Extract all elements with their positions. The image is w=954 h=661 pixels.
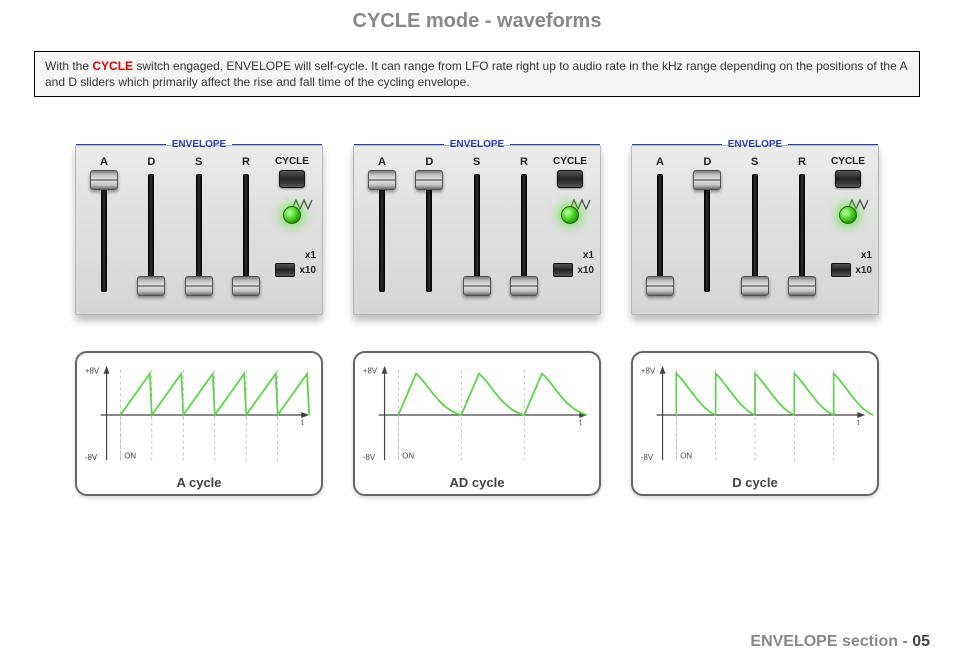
svg-text:t: t	[579, 418, 582, 427]
cycle-label: CYCLE	[275, 156, 309, 167]
cycle-switch[interactable]	[279, 170, 305, 188]
slider-col-d: D	[131, 156, 171, 306]
slider-label-s: S	[473, 156, 480, 170]
x10-label: x10	[855, 265, 872, 276]
slider-label-a: A	[378, 156, 386, 170]
x10-label: x10	[577, 265, 594, 276]
slider-d[interactable]	[409, 174, 449, 292]
envelope-panel-2: ENVELOPE A D S R CYCLE	[631, 145, 879, 315]
x1-label: x1	[583, 250, 594, 261]
slider-col-r: R	[504, 156, 544, 306]
description-rest: switch engaged, ENVELOPE will self-cycle…	[45, 59, 907, 89]
slider-label-r: R	[798, 156, 806, 170]
slider-col-r: R	[226, 156, 266, 306]
slider-a[interactable]	[362, 174, 402, 292]
svg-text:-8V: -8V	[85, 454, 98, 463]
slider-r[interactable]	[782, 174, 822, 292]
slider-col-r: R	[782, 156, 822, 306]
waveform-plot-1: +8V -8V t ON AD cycle	[353, 351, 601, 496]
cycle-switch[interactable]	[835, 170, 861, 188]
svg-text:+8V: +8V	[363, 367, 378, 376]
description-keyword: CYCLE	[92, 59, 133, 73]
envelope-panel-0: ENVELOPE A D S R CYCLE	[75, 145, 323, 315]
slider-label-s: S	[195, 156, 202, 170]
svg-text:ON: ON	[124, 452, 136, 461]
slider-label-d: D	[703, 156, 711, 170]
page-title: CYCLE mode - waveforms	[0, 0, 954, 51]
svg-text:+8V: +8V	[641, 367, 656, 376]
cycle-label: CYCLE	[553, 156, 587, 167]
plot-caption-0: A cycle	[81, 471, 317, 490]
multiplier-switch[interactable]	[831, 263, 851, 277]
slider-d[interactable]	[687, 174, 727, 292]
slider-s[interactable]	[735, 174, 775, 292]
slider-d[interactable]	[131, 174, 171, 292]
description-prefix: With the	[45, 59, 92, 73]
svg-text:t: t	[857, 418, 860, 427]
cycle-led	[283, 206, 301, 224]
waveform-plot-2: +8V -8V t ON D cycle	[631, 351, 879, 496]
slider-s[interactable]	[457, 174, 497, 292]
svg-text:-8V: -8V	[641, 454, 654, 463]
slider-label-r: R	[520, 156, 528, 170]
slider-s[interactable]	[179, 174, 219, 292]
page-footer: ENVELOPE section - 05	[750, 633, 930, 651]
svg-text:t: t	[301, 418, 304, 427]
envelope-legend: ENVELOPE	[632, 139, 878, 150]
x1-label: x1	[861, 250, 872, 261]
slider-a[interactable]	[640, 174, 680, 292]
slider-col-s: S	[735, 156, 775, 306]
slider-label-s: S	[751, 156, 758, 170]
slider-col-a: A	[640, 156, 680, 306]
waveform-plot-0: +8V -8V t ON A cycle	[75, 351, 323, 496]
slider-col-a: A	[362, 156, 402, 306]
plot-caption-2: D cycle	[637, 471, 873, 490]
svg-text:ON: ON	[402, 452, 414, 461]
envelope-panel-1: ENVELOPE A D S R CYCLE	[353, 145, 601, 315]
cycle-switch[interactable]	[557, 170, 583, 188]
description-box: With the CYCLE switch engaged, ENVELOPE …	[34, 51, 920, 97]
slider-label-r: R	[242, 156, 250, 170]
slider-r[interactable]	[504, 174, 544, 292]
svg-text:+8V: +8V	[85, 367, 100, 376]
cycle-led	[839, 206, 857, 224]
multiplier-switch[interactable]	[553, 263, 573, 277]
slider-a[interactable]	[84, 174, 124, 292]
slider-col-d: D	[409, 156, 449, 306]
svg-text:-8V: -8V	[363, 454, 376, 463]
x10-label: x10	[299, 265, 316, 276]
envelope-legend: ENVELOPE	[76, 139, 322, 150]
cycle-label: CYCLE	[831, 156, 865, 167]
slider-r[interactable]	[226, 174, 266, 292]
envelope-legend: ENVELOPE	[354, 139, 600, 150]
footer-page-number: 05	[912, 633, 930, 650]
slider-label-d: D	[147, 156, 155, 170]
control-column: CYCLE x1 x10	[546, 156, 594, 277]
control-column: CYCLE x1 x10	[268, 156, 316, 277]
cycle-led	[561, 206, 579, 224]
slider-label-a: A	[100, 156, 108, 170]
slider-col-s: S	[179, 156, 219, 306]
svg-text:ON: ON	[680, 452, 692, 461]
x1-label: x1	[305, 250, 316, 261]
slider-label-d: D	[425, 156, 433, 170]
slider-col-s: S	[457, 156, 497, 306]
slider-label-a: A	[656, 156, 664, 170]
slider-col-d: D	[687, 156, 727, 306]
slider-col-a: A	[84, 156, 124, 306]
footer-section: ENVELOPE section -	[750, 633, 912, 650]
control-column: CYCLE x1 x10	[824, 156, 872, 277]
multiplier-switch[interactable]	[275, 263, 295, 277]
plot-caption-1: AD cycle	[359, 471, 595, 490]
